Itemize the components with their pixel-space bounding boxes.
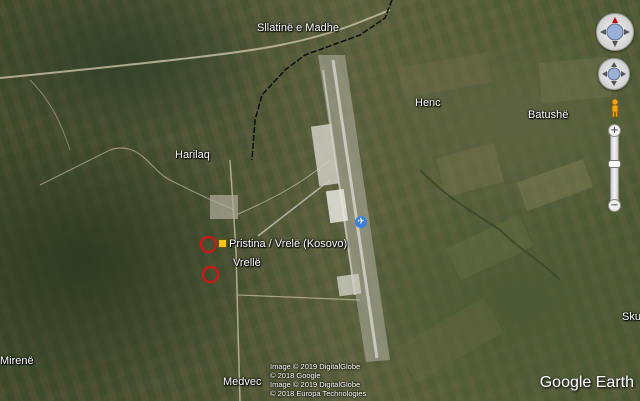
label-vrelle: Vrellë — [233, 257, 261, 269]
google-earth-logo: Google Earth — [539, 374, 634, 391]
credit-line: Image © 2019 DigitalGlobe — [270, 380, 361, 389]
imagery-credits: Image © 2019 DigitalGlobe © 2018 Google … — [270, 362, 390, 398]
plane-icon[interactable]: ✈ — [355, 216, 367, 228]
label-mirene: Mirenë — [0, 355, 34, 367]
pegman-icon[interactable] — [609, 98, 621, 118]
zoom-in-button[interactable]: + — [608, 124, 621, 137]
label-airport: Pristina / Vrelë (Kosovo) — [229, 238, 348, 250]
label-sku: Sku — [622, 311, 640, 323]
satellite-map[interactable]: Sllatinë e Madhe Henc Batushë Harilaq Pr… — [0, 0, 640, 401]
map-features — [0, 0, 612, 401]
compass-icon[interactable] — [596, 13, 634, 51]
credit-line: © 2018 Europa Technologies — [270, 389, 367, 398]
zoom-slider-handle[interactable] — [608, 160, 621, 168]
zoom-out-button[interactable]: − — [608, 199, 621, 212]
highlight-circle-north — [200, 236, 217, 253]
compass-glyph — [600, 17, 630, 47]
move-icon[interactable] — [598, 58, 630, 90]
label-harilaq: Harilaq — [175, 149, 210, 161]
airport-icon[interactable] — [218, 239, 227, 248]
label-batushe: Batushë — [528, 109, 569, 121]
move-glyph — [602, 62, 626, 86]
label-medvec: Medvec — [223, 376, 262, 388]
credit-line: Image © 2019 DigitalGlobe — [270, 362, 361, 371]
credit-line: © 2018 Google — [270, 371, 321, 380]
highlight-circle-south — [202, 266, 219, 283]
label-sllatine-e-madhe: Sllatinë e Madhe — [257, 22, 339, 34]
label-henc: Henc — [415, 97, 441, 109]
